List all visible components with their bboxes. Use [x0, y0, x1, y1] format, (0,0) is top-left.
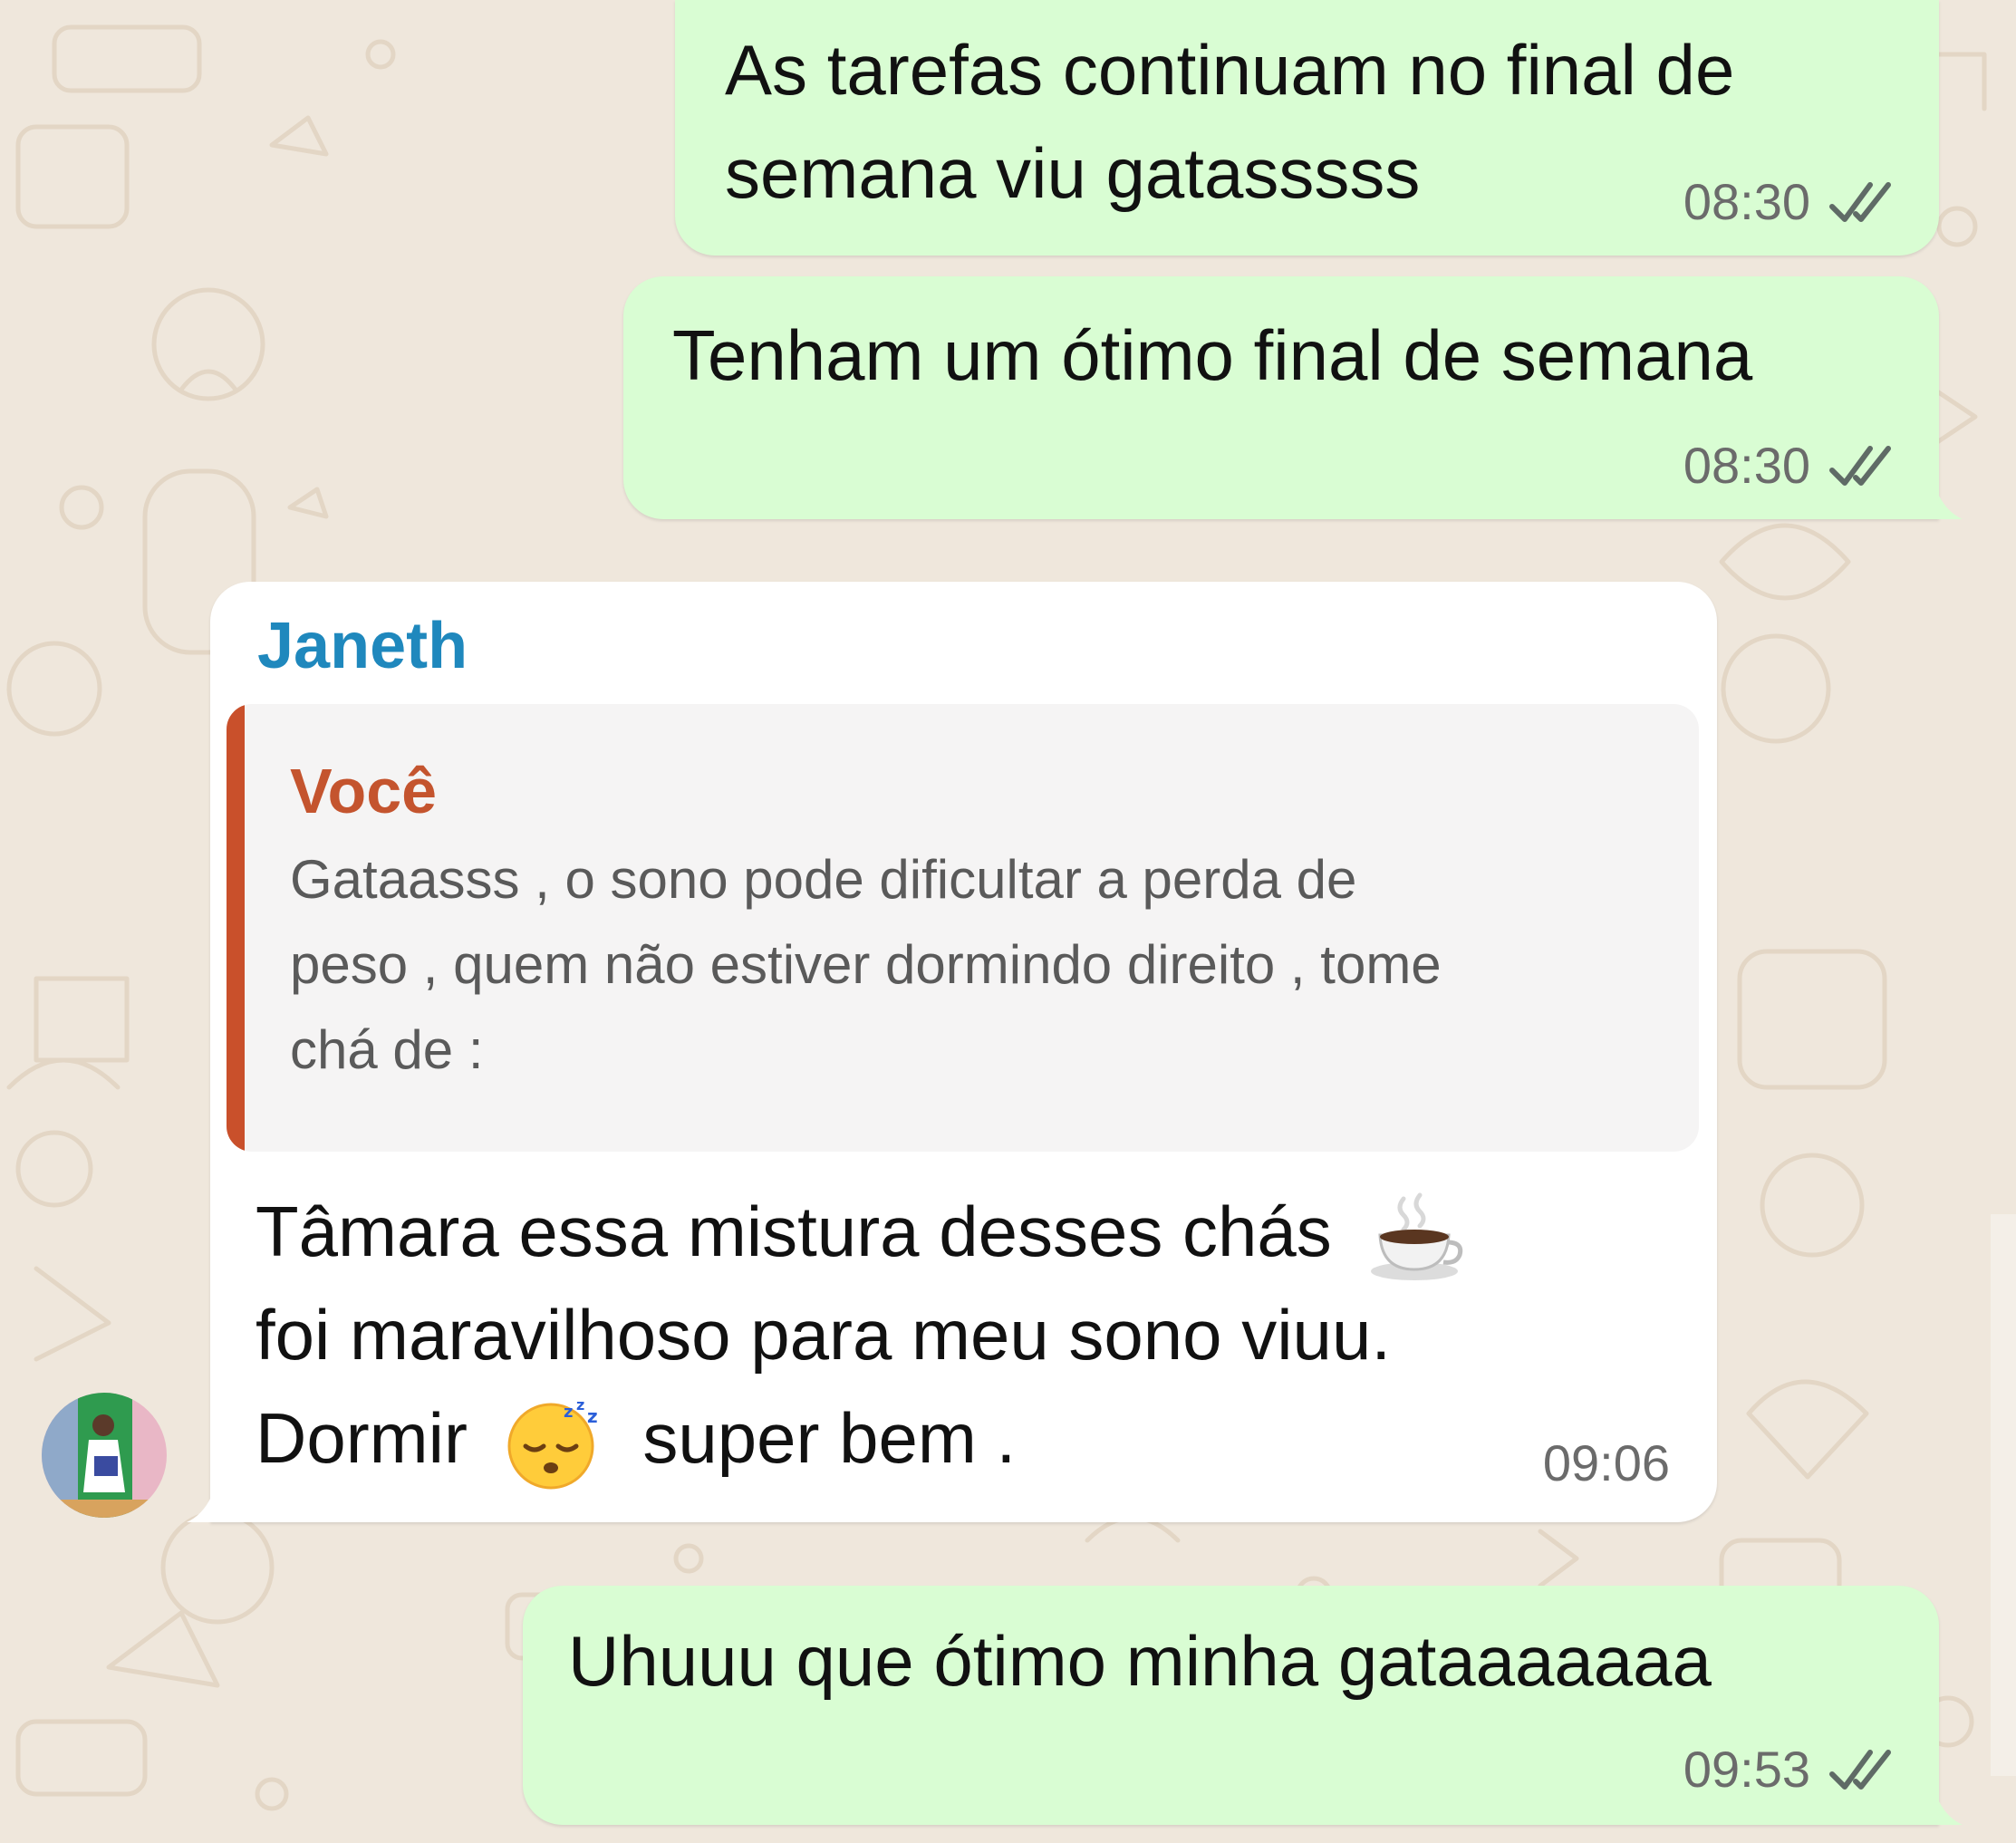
- message-text: Uhuuu que ótimo minha gataaaaaaa: [568, 1609, 1712, 1713]
- message-time: 09:06: [1542, 1434, 1670, 1491]
- message-line-text: super bem .: [642, 1398, 1017, 1478]
- svg-text:z: z: [587, 1405, 598, 1427]
- outgoing-message-bubble[interactable]: Uhuuu que ótimo minha gataaaaaaa 09:53: [523, 1586, 1939, 1825]
- avatar-photo: [42, 1393, 167, 1518]
- quote-line: Gataasss , o sono pode dificultar a perd…: [290, 849, 1357, 910]
- quoted-message[interactable]: Você Gataasss , o sono pode dificultar a…: [227, 704, 1699, 1152]
- message-line-text: Tâmara essa mistura desses chás: [256, 1192, 1332, 1271]
- outgoing-message-bubble[interactable]: Tenham um ótimo final de semana 08:30: [623, 276, 1939, 519]
- scrollbar[interactable]: [1991, 1214, 2016, 1776]
- message-text: Tâmara essa mistura desses chás foi mara…: [256, 1180, 1467, 1491]
- message-line: Tenham um ótimo final de semana: [672, 315, 1753, 395]
- message-time: 08:30: [1683, 437, 1810, 494]
- bubble-tail: [1937, 492, 1963, 519]
- message-line: semana viu gatasssss: [725, 133, 1421, 213]
- message-line: Tâmara essa mistura desses chás: [256, 1180, 1467, 1283]
- double-check-icon: [1829, 181, 1891, 222]
- sender-name[interactable]: Janeth: [257, 609, 468, 683]
- message-time: 09:53: [1683, 1741, 1810, 1798]
- quote-text: Gataasss , o sono pode dificultar a perd…: [290, 837, 1442, 1093]
- message-line: foi maravilhoso para meu sono viuu.: [256, 1295, 1391, 1375]
- quote-author: Você: [290, 756, 438, 826]
- message-line: As tarefas continuam no final de: [725, 30, 1735, 110]
- hot-beverage-icon: [1371, 1192, 1463, 1281]
- quote-line: peso , quem não estiver dormindo direito…: [290, 934, 1442, 995]
- message-line-text: Dormir: [256, 1398, 468, 1478]
- message-line: Dormir z z z super bem .: [256, 1386, 1467, 1491]
- double-check-icon: [1829, 1749, 1891, 1790]
- message-text: As tarefas continuam no final de semana …: [725, 18, 1734, 225]
- bubble-tail: [187, 1495, 212, 1522]
- message-line: Uhuuu que ótimo minha gataaaaaaa: [568, 1621, 1712, 1701]
- svg-text:z: z: [576, 1396, 584, 1414]
- quote-line: chá de :: [290, 1019, 484, 1080]
- double-check-icon: [1829, 445, 1891, 486]
- outgoing-message-bubble[interactable]: As tarefas continuam no final de semana …: [675, 0, 1939, 256]
- incoming-message-bubble[interactable]: Janeth Você Gataasss , o sono pode dific…: [210, 582, 1717, 1522]
- message-time: 08:30: [1683, 173, 1810, 230]
- message-meta: 09:06: [1543, 1433, 1670, 1492]
- bubble-tail: [1937, 1798, 1963, 1825]
- message-text: Tenham um ótimo final de semana: [672, 304, 1752, 407]
- svg-text:z: z: [564, 1403, 573, 1422]
- message-meta: 09:53: [1683, 1740, 1895, 1799]
- sleeping-face-icon: z z z: [507, 1396, 598, 1490]
- quote-accent-bar: [227, 704, 245, 1152]
- contact-avatar[interactable]: [42, 1393, 167, 1518]
- message-meta: 08:30: [1683, 436, 1895, 495]
- message-meta: 08:30: [1683, 172, 1895, 231]
